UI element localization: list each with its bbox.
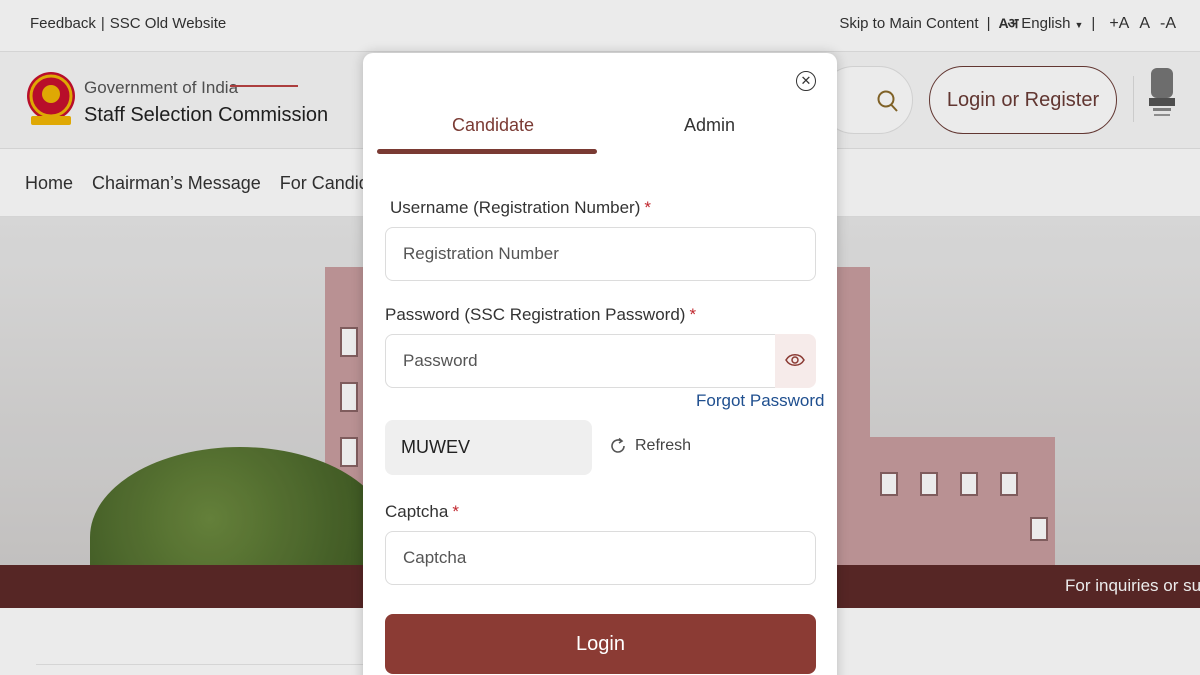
login-tabs: Candidate Admin: [377, 111, 823, 155]
login-button[interactable]: Login: [385, 614, 816, 674]
eye-icon: [785, 354, 805, 366]
login-modal: ✕ Candidate Admin Username (Registration…: [363, 53, 837, 675]
required-asterisk: *: [644, 198, 651, 217]
tab-admin[interactable]: Admin: [684, 115, 735, 136]
captcha-input[interactable]: Captcha: [385, 531, 816, 585]
toggle-password-visibility-button[interactable]: [775, 334, 816, 388]
refresh-icon: [611, 437, 625, 453]
password-label: Password (SSC Registration Password) *: [385, 305, 696, 325]
refresh-captcha-button[interactable]: Refresh: [609, 437, 691, 455]
password-label-text: Password (SSC Registration Password): [385, 305, 686, 324]
refresh-label: Refresh: [635, 437, 692, 454]
forgot-password-link[interactable]: Forgot Password: [696, 391, 825, 411]
captcha-image: MUWEV: [385, 420, 592, 475]
active-tab-indicator: [377, 149, 597, 154]
username-label: Username (Registration Number) *: [390, 198, 651, 218]
required-asterisk: *: [452, 502, 459, 521]
username-label-text: Username (Registration Number): [390, 198, 641, 217]
captcha-label-text: Captcha: [385, 502, 449, 521]
captcha-label: Captcha *: [385, 502, 459, 522]
required-asterisk: *: [689, 305, 697, 324]
password-input[interactable]: Password: [385, 334, 776, 388]
username-input[interactable]: Registration Number: [385, 227, 816, 281]
tab-candidate[interactable]: Candidate: [452, 115, 534, 136]
close-icon[interactable]: ✕: [796, 71, 816, 91]
